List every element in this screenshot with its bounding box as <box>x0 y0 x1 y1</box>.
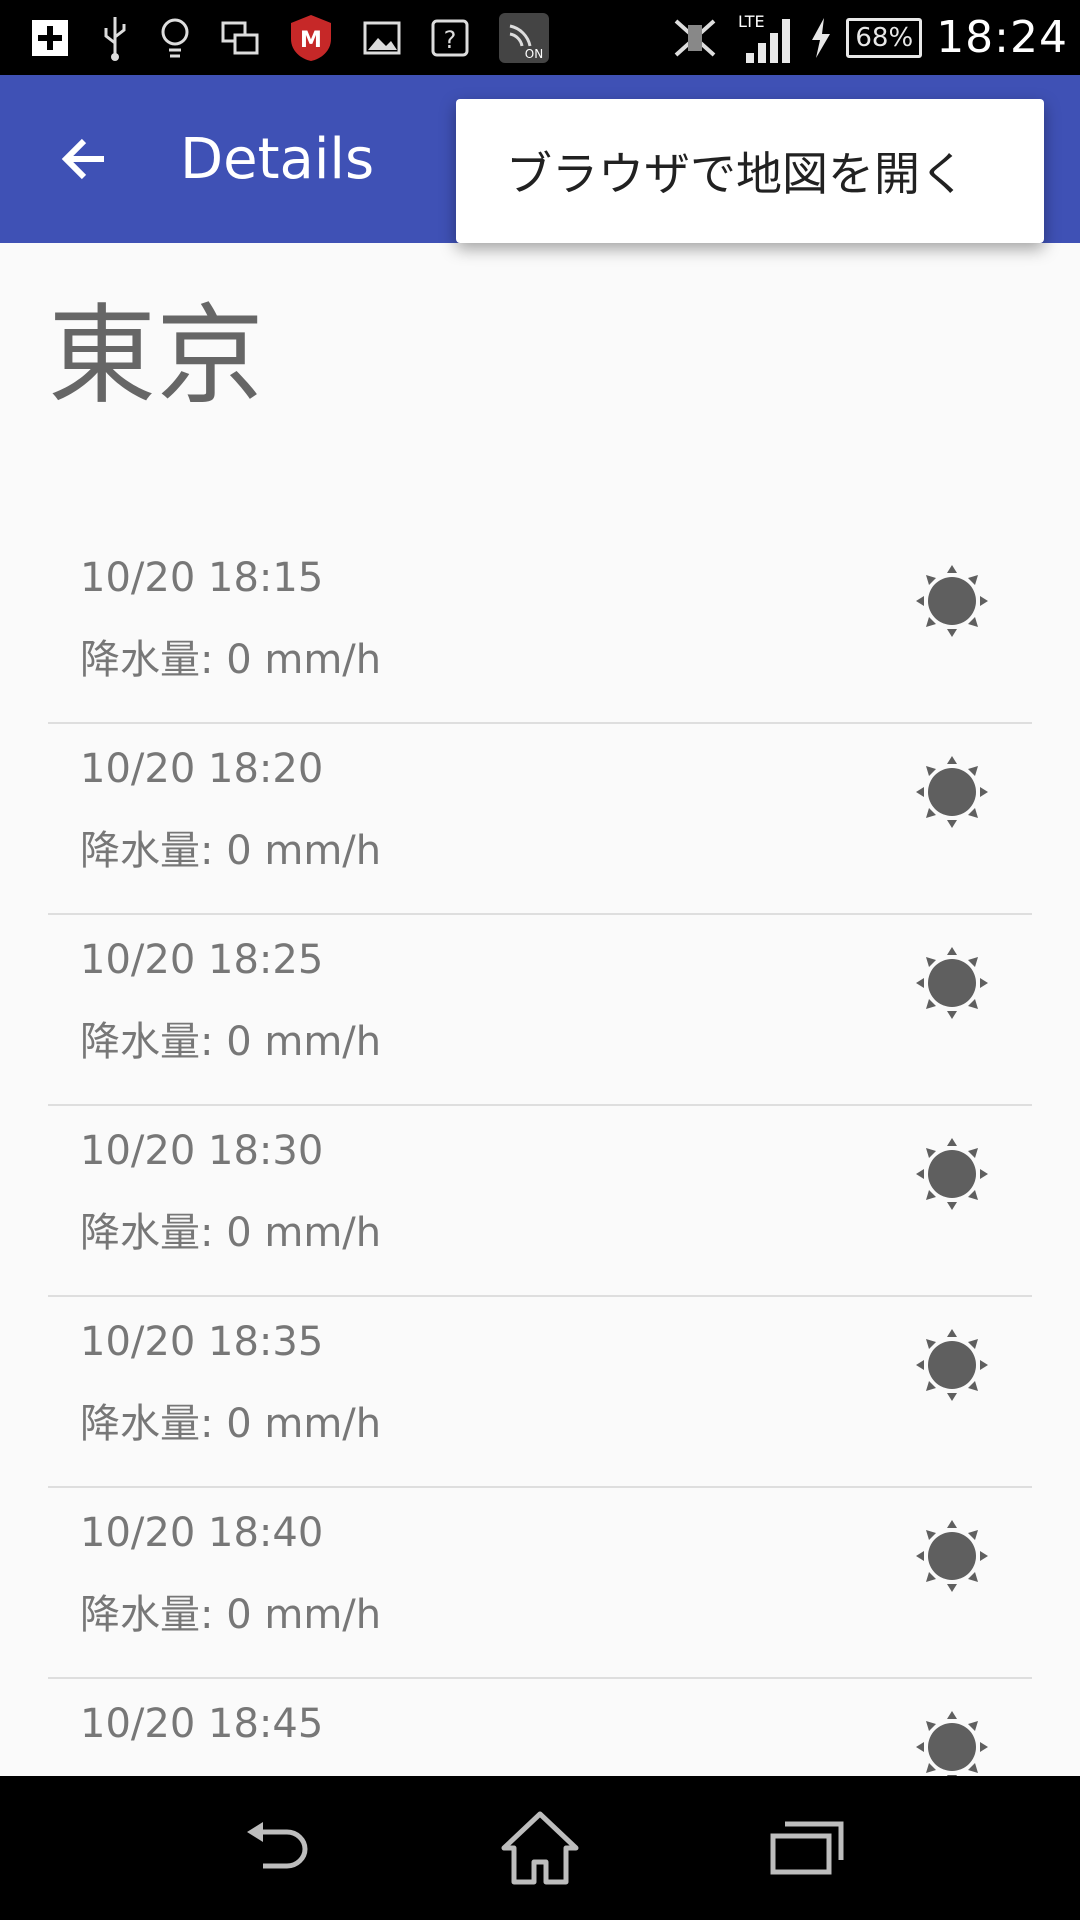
forecast-time: 10/20 18:40 <box>80 1510 324 1556</box>
forecast-time: 10/20 18:25 <box>80 937 324 983</box>
svg-text:?: ? <box>444 26 457 54</box>
bulb-icon <box>158 14 192 62</box>
svg-text:M: M <box>300 28 322 53</box>
forecast-precipitation: 降水量: 0 mm/h <box>80 1592 382 1638</box>
forecast-item[interactable]: 10/20 18:25 降水量: 0 mm/h <box>48 915 1032 1106</box>
recents-nav-icon[interactable] <box>747 1788 867 1908</box>
arrow-left-icon <box>61 138 104 180</box>
forecast-precipitation: 降水量: 0 mm/h <box>80 1019 382 1065</box>
forecast-time: 10/20 18:15 <box>80 555 324 601</box>
overflow-menu: ブラウザで地図を開く <box>456 99 1044 243</box>
forecast-precipitation: 降水量: 0 mm/h <box>80 1210 382 1256</box>
forecast-item[interactable]: 10/20 18:20 降水量: 0 mm/h <box>48 724 1032 915</box>
clock: 18:24 <box>936 12 1068 63</box>
signal-icon: LTE <box>736 11 794 65</box>
forecast-item[interactable]: 10/20 18:40 降水量: 0 mm/h <box>48 1488 1032 1679</box>
forecast-item[interactable]: 10/20 18:30 降水量: 0 mm/h <box>48 1106 1032 1297</box>
sun-icon <box>916 565 988 637</box>
svg-text:ON: ON <box>525 47 543 61</box>
forecast-precipitation: 降水量: 0 mm/h <box>80 828 382 874</box>
notification-icons: M ? ON <box>28 12 668 64</box>
forecast-time: 10/20 18:35 <box>80 1319 324 1365</box>
back-nav-icon[interactable] <box>213 1788 333 1908</box>
forecast-item[interactable]: 10/20 18:15 降水量: 0 mm/h <box>48 533 1032 724</box>
forecast-item[interactable]: 10/20 18:35 降水量: 0 mm/h <box>48 1297 1032 1488</box>
details-content: 東京 10/20 18:15 降水量: 0 mm/h 10/20 18:20 降… <box>0 243 1080 1776</box>
forecast-time: 10/20 18:30 <box>80 1128 324 1174</box>
navigation-bar <box>0 1776 1080 1920</box>
nfc-on-icon: ON <box>498 12 550 64</box>
forecast-time: 10/20 18:20 <box>80 746 324 792</box>
page-title: Details <box>180 126 375 192</box>
svg-text:LTE: LTE <box>738 12 765 31</box>
sun-icon <box>916 1520 988 1592</box>
forecast-item[interactable]: 10/20 18:45 <box>48 1679 1032 1776</box>
usb-icon <box>100 13 130 63</box>
sun-icon <box>916 947 988 1019</box>
vibrate-off-icon <box>668 13 722 63</box>
sun-icon <box>916 756 988 828</box>
forecast-precipitation: 降水量: 0 mm/h <box>80 1401 382 1447</box>
help-icon: ? <box>430 18 470 58</box>
forecast-precipitation: 降水量: 0 mm/h <box>80 637 382 683</box>
sun-icon <box>916 1138 988 1210</box>
system-status: LTE 68% 18:24 <box>668 11 1068 65</box>
image-icon <box>362 18 402 58</box>
sun-icon <box>916 1329 988 1401</box>
mcafee-icon: M <box>288 13 334 63</box>
screen-mirror-icon <box>220 18 260 58</box>
sun-icon <box>916 1711 988 1776</box>
status-bar: M ? ON LTE 68% 18:24 <box>0 0 1080 75</box>
back-button[interactable] <box>0 75 168 243</box>
menu-item-open-map-in-browser[interactable]: ブラウザで地図を開く <box>506 138 966 204</box>
home-nav-icon[interactable] <box>480 1788 600 1908</box>
charging-icon <box>808 16 832 60</box>
battery-level: 68% <box>846 17 923 58</box>
add-icon <box>28 16 72 60</box>
city-name: 東京 <box>48 294 265 419</box>
forecast-list: 10/20 18:15 降水量: 0 mm/h 10/20 18:20 降水量:… <box>48 533 1032 1776</box>
forecast-time: 10/20 18:45 <box>80 1701 324 1747</box>
